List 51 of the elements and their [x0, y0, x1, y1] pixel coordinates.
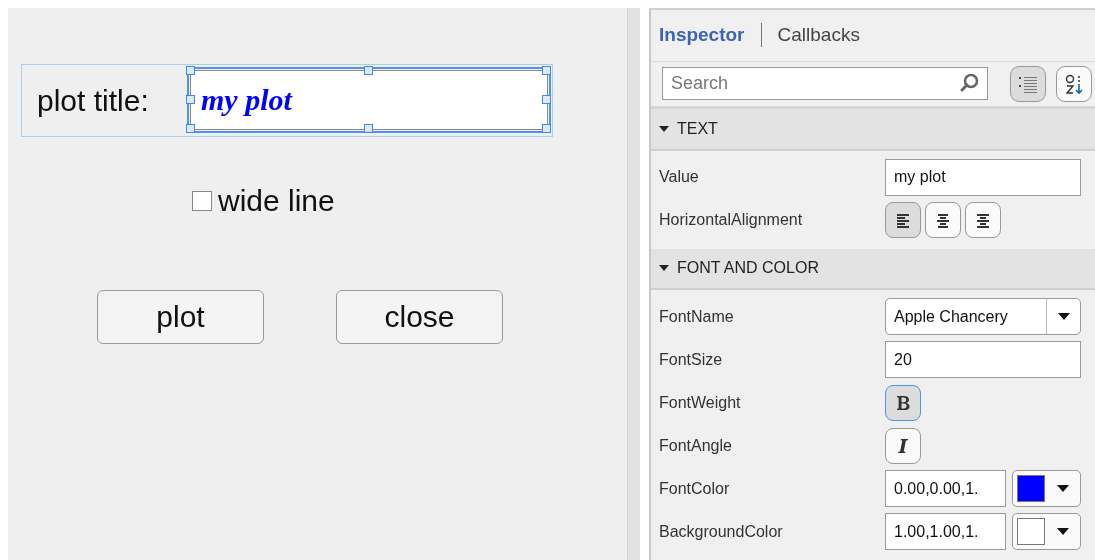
- resize-handle[interactable]: [186, 95, 195, 104]
- color-picker[interactable]: [1012, 470, 1081, 507]
- bold-icon: [894, 393, 912, 412]
- search-field[interactable]: Search: [662, 67, 988, 101]
- resize-handle[interactable]: [364, 66, 373, 75]
- resize-handle[interactable]: [364, 124, 373, 133]
- search-icon: [959, 73, 979, 94]
- resize-handle[interactable]: [542, 95, 551, 104]
- property-label: FontColor: [659, 479, 731, 498]
- dropdown[interactable]: Apple Chancery: [885, 298, 1081, 335]
- property-label: FontName: [659, 307, 735, 326]
- checkbox-label: wide line: [218, 184, 335, 218]
- push-button[interactable]: close: [336, 290, 503, 344]
- push-button[interactable]: plot: [97, 290, 264, 344]
- text-field[interactable]: 1.00,1.00,1.: [885, 513, 1006, 550]
- grouped-view-button[interactable]: [1010, 65, 1046, 102]
- text-field[interactable]: 0.00,0.00,1.: [885, 470, 1006, 507]
- sort-button[interactable]: [1056, 65, 1092, 102]
- resize-handle[interactable]: [542, 66, 551, 75]
- tab[interactable]: Inspector: [659, 24, 755, 47]
- tab[interactable]: Callbacks: [777, 24, 870, 47]
- caret-icon: [1057, 313, 1070, 320]
- align-right-icon: [975, 211, 991, 230]
- align-left-button[interactable]: [885, 202, 921, 239]
- align-center-button[interactable]: [925, 202, 961, 239]
- italic-button[interactable]: [885, 427, 921, 464]
- resize-handle[interactable]: [186, 124, 195, 133]
- align-right-button[interactable]: [965, 202, 1001, 239]
- property-label: FontWeight: [659, 393, 742, 412]
- collapse-triangle-icon: [659, 125, 669, 134]
- align-center-icon: [935, 211, 951, 230]
- property-label: Value: [659, 168, 700, 187]
- caret-icon: [1057, 485, 1069, 492]
- property-label: BackgroundColor: [659, 522, 784, 541]
- resize-handle[interactable]: [186, 66, 195, 75]
- color-picker[interactable]: [1012, 513, 1081, 550]
- property-label: FontAngle: [659, 436, 733, 455]
- sort-az-icon: [1064, 72, 1084, 95]
- checkbox[interactable]: [192, 191, 212, 211]
- caret-icon: [1057, 528, 1069, 535]
- property-label: HorizontalAlignment: [659, 211, 804, 230]
- align-left-icon: [895, 211, 911, 230]
- resize-handle[interactable]: [542, 124, 551, 133]
- collapse-triangle-icon: [659, 264, 669, 273]
- bold-button[interactable]: [885, 384, 921, 421]
- section-header[interactable]: TEXT: [651, 109, 1095, 151]
- field-label: plot title:: [37, 84, 149, 118]
- text-field[interactable]: my plot: [885, 158, 1081, 196]
- section-header[interactable]: FONT AND COLOR: [651, 248, 1095, 290]
- text-field[interactable]: 20: [885, 341, 1081, 378]
- property-label: FontSize: [659, 350, 724, 369]
